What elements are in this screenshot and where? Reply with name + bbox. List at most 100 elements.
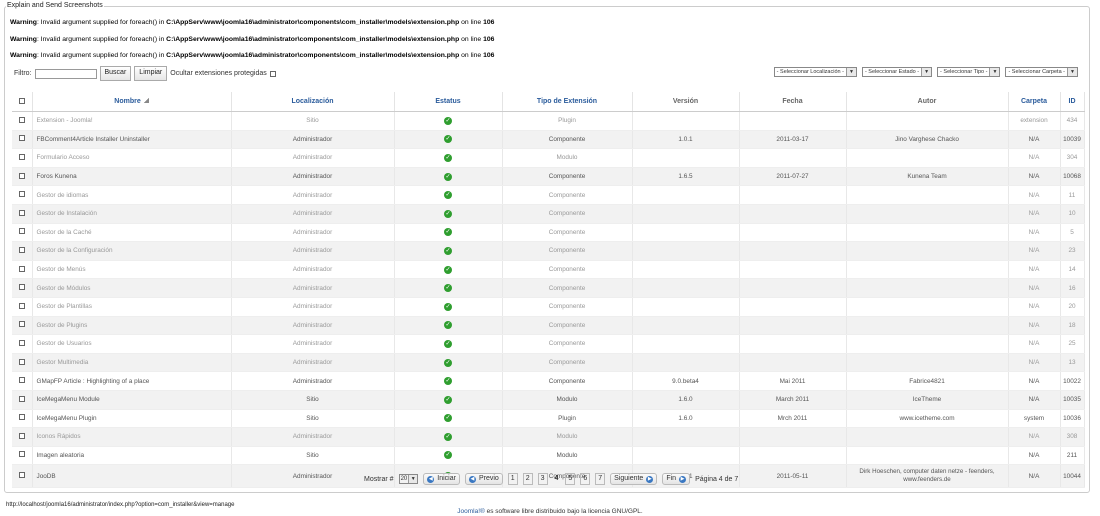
row-checkbox[interactable]: [18, 358, 25, 365]
col-estatus[interactable]: Estatus: [394, 92, 503, 112]
row-checkbox[interactable]: [18, 339, 25, 346]
status-cell: ✓: [394, 409, 503, 429]
row-checkbox[interactable]: [18, 209, 25, 216]
extension-type: Componente: [502, 241, 633, 261]
extension-folder: N/A: [1008, 241, 1061, 261]
extension-id: 18: [1060, 316, 1085, 336]
page-link[interactable]: 2: [522, 473, 533, 485]
page-link[interactable]: 5: [565, 473, 576, 485]
extension-id: 11: [1060, 185, 1085, 205]
extension-location: Administrador: [231, 223, 395, 243]
extension-author: IceTheme: [846, 390, 1009, 410]
extension-type: Modulo: [502, 446, 633, 466]
row-checkbox[interactable]: [18, 472, 25, 479]
status-enabled-icon[interactable]: ✓: [444, 209, 452, 218]
filter-label: Filtro:: [14, 70, 32, 77]
page-link[interactable]: 3: [537, 473, 548, 485]
row-checkbox[interactable]: [18, 395, 25, 402]
end-button[interactable]: Fin ▶: [662, 473, 691, 485]
row-checkbox[interactable]: [18, 284, 25, 291]
extension-folder: N/A: [1008, 316, 1061, 336]
extension-id: 5: [1060, 223, 1085, 243]
extension-type: Modulo: [502, 148, 633, 168]
row-checkbox[interactable]: [18, 135, 25, 142]
col-localizacion[interactable]: Localización: [231, 92, 395, 112]
status-enabled-icon[interactable]: ✓: [444, 358, 452, 367]
status-enabled-icon[interactable]: ✓: [444, 191, 452, 200]
status-enabled-icon[interactable]: ✓: [444, 339, 452, 348]
row-checkbox[interactable]: [18, 153, 25, 160]
status-enabled-icon[interactable]: ✓: [444, 135, 452, 144]
status-enabled-icon[interactable]: ✓: [444, 228, 452, 237]
row-checkbox[interactable]: [18, 191, 25, 198]
row-checkbox[interactable]: [18, 302, 25, 309]
status-enabled-icon[interactable]: ✓: [444, 246, 452, 255]
extension-name: GMapFP Article : Highlighting of a place: [32, 371, 232, 391]
warning-line: Warning: Invalid argument supplied for f…: [10, 19, 495, 26]
next-button[interactable]: Siguiente ▶: [610, 473, 658, 485]
joomla-link[interactable]: Joomla!®: [457, 508, 485, 515]
status-cell: ✓: [394, 167, 503, 187]
hide-protected-checkbox[interactable]: [269, 70, 276, 77]
status-enabled-icon[interactable]: ✓: [444, 414, 452, 423]
row-checkbox[interactable]: [18, 246, 25, 253]
extension-author: [846, 334, 1009, 354]
row-select-cell: [12, 427, 33, 447]
select-folder[interactable]: - Seleccionar Carpeta - ▼: [1005, 67, 1078, 77]
extension-id: 308: [1060, 427, 1085, 447]
filter-input[interactable]: [34, 68, 97, 79]
select-type[interactable]: - Seleccionar Tipo - ▼: [937, 67, 1001, 77]
extension-type: Componente: [502, 223, 633, 243]
extension-name: JooDB: [32, 464, 232, 489]
prev-button[interactable]: ◀ Previo: [464, 473, 503, 485]
row-checkbox[interactable]: [18, 414, 25, 421]
extension-type: Componente: [502, 278, 633, 298]
extension-type: Componente: [502, 297, 633, 317]
col-tipo[interactable]: Tipo de Extensión: [502, 92, 633, 112]
extension-folder: N/A: [1008, 167, 1061, 187]
search-button[interactable]: Buscar: [99, 66, 132, 81]
clear-button[interactable]: Limpiar: [134, 66, 168, 81]
select-state[interactable]: - Seleccionar Estado - ▼: [861, 67, 933, 77]
extension-name: Gestor de Plugins: [32, 316, 232, 336]
row-checkbox[interactable]: [18, 321, 25, 328]
status-enabled-icon[interactable]: ✓: [444, 284, 452, 293]
status-enabled-icon[interactable]: ✓: [444, 265, 452, 274]
col-id[interactable]: ID: [1060, 92, 1085, 112]
status-enabled-icon[interactable]: ✓: [444, 172, 452, 181]
chevron-down-icon: ▼: [921, 68, 932, 76]
table-row: Gestor de Menús Administrador ✓ Componente N…: [12, 260, 1085, 280]
page-link[interactable]: 6: [580, 473, 591, 485]
status-enabled-icon[interactable]: ✓: [444, 321, 452, 330]
extension-name: Gestor de idiomas: [32, 185, 232, 205]
status-enabled-icon[interactable]: ✓: [444, 377, 452, 386]
row-checkbox[interactable]: [18, 172, 25, 179]
status-enabled-icon[interactable]: ✓: [444, 302, 452, 311]
extension-author: [846, 223, 1009, 243]
col-carpeta[interactable]: Carpeta: [1008, 92, 1061, 112]
row-checkbox[interactable]: [18, 116, 25, 123]
status-enabled-icon[interactable]: ✓: [444, 395, 452, 404]
row-checkbox[interactable]: [18, 451, 25, 458]
col-nombre[interactable]: Nombre: [32, 92, 232, 112]
select-location[interactable]: - Seleccionar Localización - ▼: [773, 67, 857, 77]
extension-author: [846, 278, 1009, 298]
row-select-cell: [12, 334, 33, 354]
start-button[interactable]: ◀ Iniciar: [423, 473, 460, 485]
status-enabled-icon[interactable]: ✓: [444, 432, 452, 441]
page-link[interactable]: 7: [595, 473, 606, 485]
row-checkbox[interactable]: [18, 432, 25, 439]
status-enabled-icon[interactable]: ✓: [444, 153, 452, 162]
table-row: Gestor Multimedia Administrador ✓ Component…: [12, 353, 1085, 373]
extension-version: [632, 427, 740, 447]
last-page-icon: ▶: [679, 475, 687, 483]
row-checkbox[interactable]: [18, 377, 25, 384]
row-checkbox[interactable]: [18, 228, 25, 235]
status-enabled-icon[interactable]: ✓: [444, 116, 452, 125]
table-row: Gestor de Módulos Administrador ✓ Component…: [12, 278, 1085, 298]
select-all-checkbox[interactable]: [18, 97, 25, 104]
status-enabled-icon[interactable]: ✓: [444, 451, 452, 460]
page-link[interactable]: 1: [507, 473, 518, 485]
limit-select[interactable]: 20 ▼: [398, 474, 419, 484]
row-checkbox[interactable]: [18, 265, 25, 272]
